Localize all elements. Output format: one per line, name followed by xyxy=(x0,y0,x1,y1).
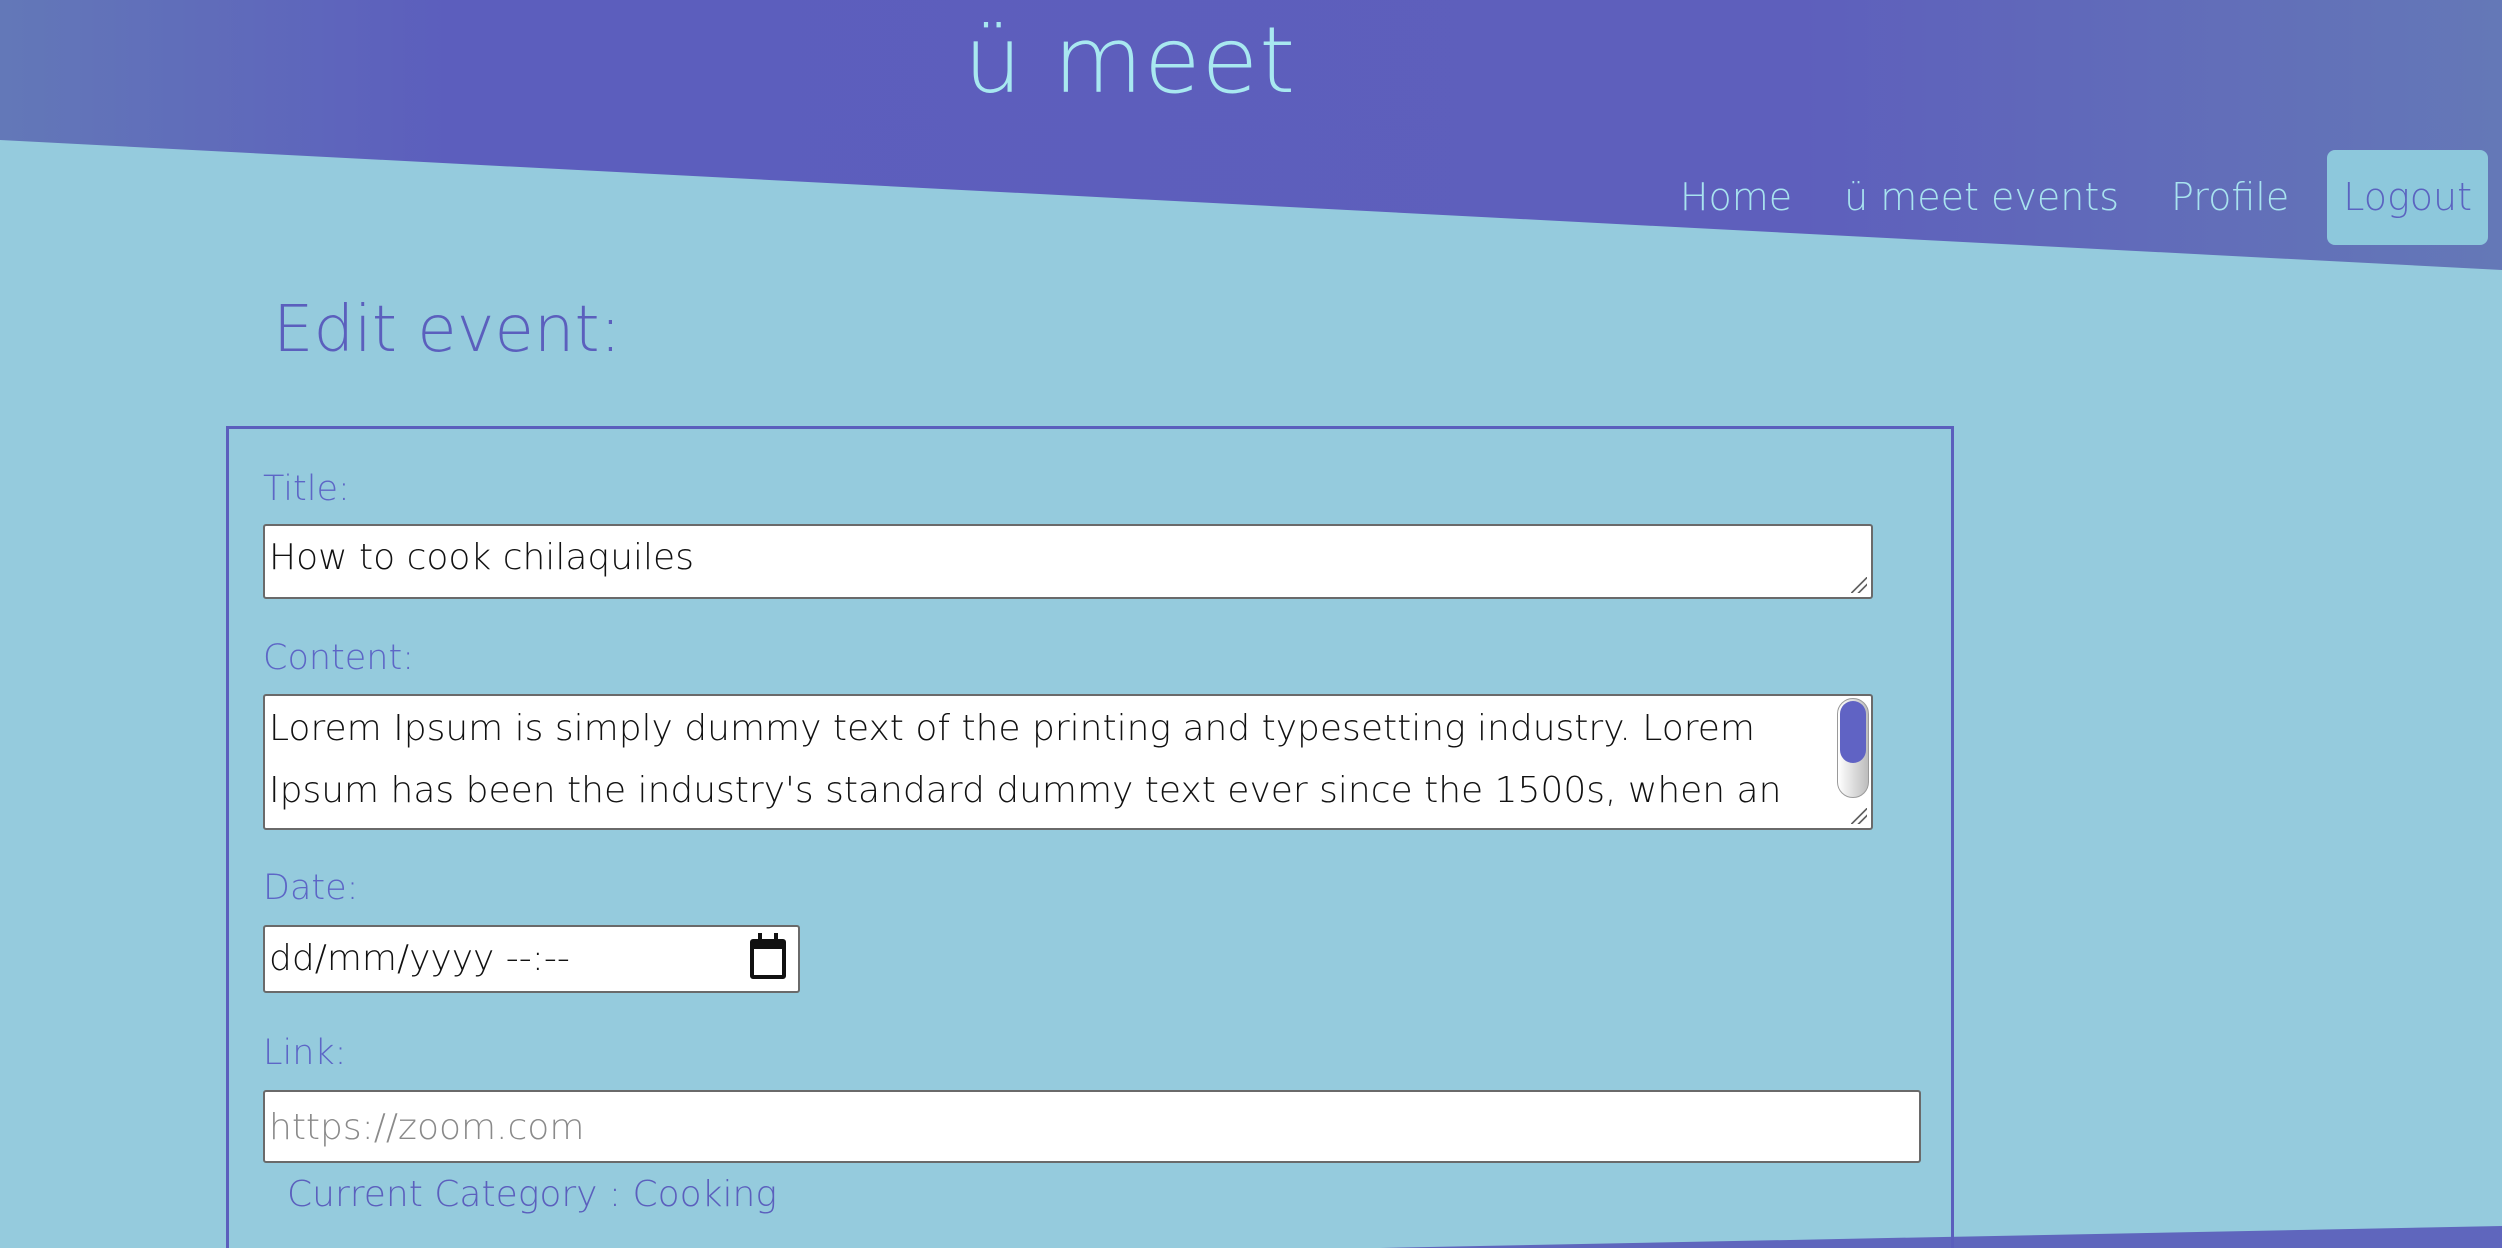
logout-button[interactable]: Logout xyxy=(2327,150,2488,245)
current-category: Current Category : Cooking xyxy=(287,1174,777,1215)
edit-event-form: Title: How to cook chilaquiles Content: … xyxy=(226,426,1954,1248)
title-label: Title: xyxy=(263,469,350,509)
calendar-icon[interactable] xyxy=(750,933,786,979)
content-label: Content: xyxy=(263,638,414,678)
content-value: Lorem Ipsum is simply dummy text of the … xyxy=(269,708,1782,811)
scrollbar-thumb[interactable] xyxy=(1840,701,1866,763)
nav-home-link[interactable]: Home xyxy=(1654,150,1818,245)
nav-profile-link[interactable]: Profile xyxy=(2145,150,2315,245)
content-scrollbar[interactable] xyxy=(1837,698,1869,798)
content-field[interactable]: Lorem Ipsum is simply dummy text of the … xyxy=(263,694,1873,830)
link-field[interactable]: https://zoom.com xyxy=(263,1090,1921,1163)
resize-handle-icon[interactable] xyxy=(1851,808,1867,824)
date-label: Date: xyxy=(263,868,359,908)
title-field[interactable]: How to cook chilaquiles xyxy=(263,524,1873,599)
link-placeholder: https://zoom.com xyxy=(269,1107,585,1148)
page-title: Edit event: xyxy=(273,293,622,367)
title-value: How to cook chilaquiles xyxy=(269,537,694,578)
link-label: Link: xyxy=(263,1033,347,1073)
resize-handle-icon[interactable] xyxy=(1851,577,1867,593)
main-navigation: Home ü meet events Profile Logout xyxy=(1654,150,2488,245)
nav-events-link[interactable]: ü meet events xyxy=(1818,150,2145,245)
date-value: dd/mm/yyyy --:-- xyxy=(269,938,570,979)
site-title[interactable]: ü meet xyxy=(960,6,1300,116)
edit-event-page: ü meet Home ü meet events Profile Logout… xyxy=(0,0,2502,1248)
date-field[interactable]: dd/mm/yyyy --:-- xyxy=(263,925,800,993)
